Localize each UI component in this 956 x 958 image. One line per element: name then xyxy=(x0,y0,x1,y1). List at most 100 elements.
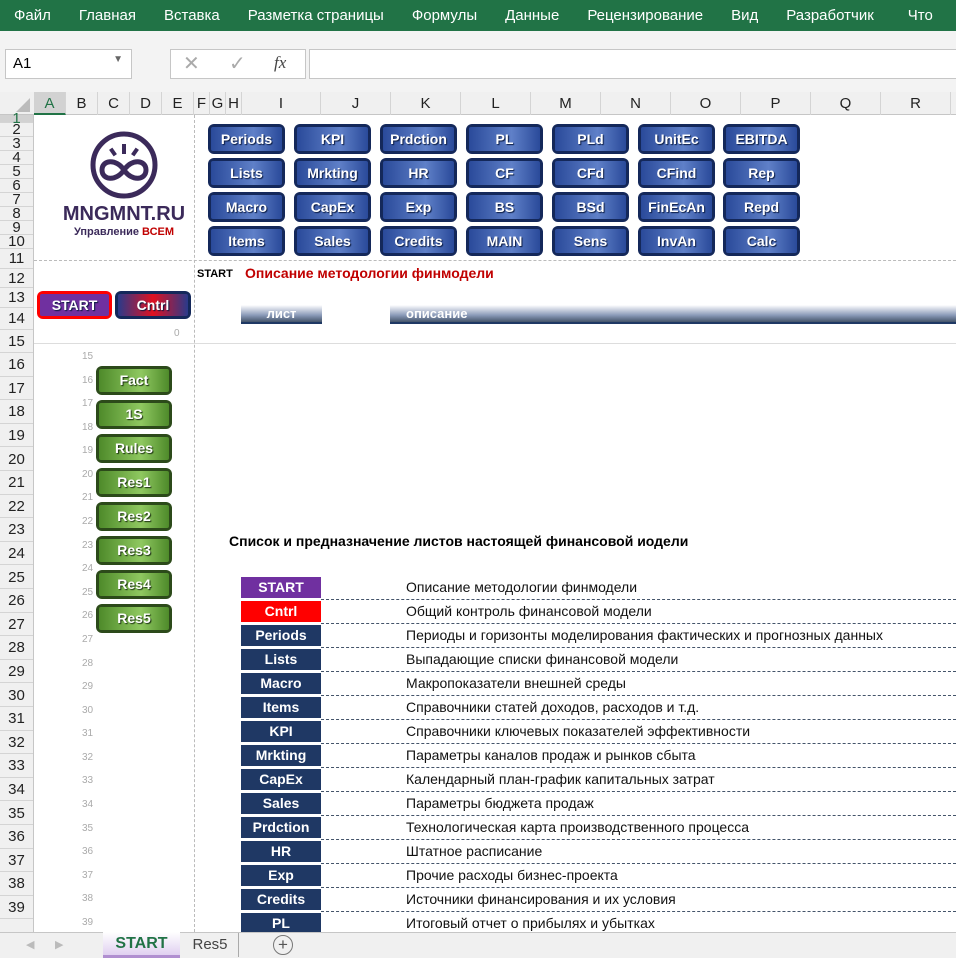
nav-button-cfind[interactable]: CFind xyxy=(638,158,715,188)
nav-button-ebitda[interactable]: EBITDA xyxy=(723,124,800,154)
row-header[interactable]: 35 xyxy=(0,802,33,826)
sheet-link-periods[interactable]: Periods xyxy=(241,625,321,646)
row-header[interactable]: 33 xyxy=(0,754,33,778)
column-header[interactable]: D xyxy=(130,92,162,115)
green-button-res4[interactable]: Res4 xyxy=(96,570,172,599)
tab-start[interactable]: START xyxy=(103,932,180,958)
scroll-left-icon[interactable]: ◀ xyxy=(26,938,34,951)
nav-button-pl[interactable]: PL xyxy=(466,124,543,154)
sheet-link-start[interactable]: START xyxy=(241,577,321,598)
nav-button-calc[interactable]: Calc xyxy=(723,226,800,256)
column-header[interactable]: F xyxy=(194,92,210,115)
row-header[interactable]: 31 xyxy=(0,707,33,731)
green-button-res5[interactable]: Res5 xyxy=(96,604,172,633)
name-box[interactable]: A1 ▼ xyxy=(5,49,132,79)
add-sheet-icon[interactable]: + xyxy=(273,935,293,955)
row-header[interactable]: 23 xyxy=(0,518,33,542)
nav-button-rep[interactable]: Rep xyxy=(723,158,800,188)
column-header[interactable]: E xyxy=(162,92,194,115)
ribbon-tab[interactable]: Вставка xyxy=(150,7,234,24)
row-header[interactable]: 32 xyxy=(0,731,33,755)
nav-button-mrkting[interactable]: Mrkting xyxy=(294,158,371,188)
sheet-link-prdction[interactable]: Prdction xyxy=(241,817,321,838)
sheet-link-sales[interactable]: Sales xyxy=(241,793,321,814)
sheet-link-credits[interactable]: Credits xyxy=(241,889,321,910)
nav-button-hr[interactable]: HR xyxy=(380,158,457,188)
nav-button-cf[interactable]: CF xyxy=(466,158,543,188)
column-header[interactable]: K xyxy=(391,92,461,115)
row-header[interactable]: 37 xyxy=(0,849,33,873)
column-header[interactable]: M xyxy=(531,92,601,115)
cntrl-button[interactable]: Cntrl xyxy=(115,291,191,319)
row-header[interactable]: 29 xyxy=(0,660,33,684)
nav-button-items[interactable]: Items xyxy=(208,226,285,256)
nav-button-unitec[interactable]: UnitEc xyxy=(638,124,715,154)
row-header[interactable]: 12 xyxy=(0,269,33,288)
nav-button-bsd[interactable]: BSd xyxy=(552,192,629,222)
green-button-res2[interactable]: Res2 xyxy=(96,502,172,531)
column-header[interactable]: N xyxy=(601,92,671,115)
sheet-link-capex[interactable]: CapEx xyxy=(241,769,321,790)
sheet-link-cntrl[interactable]: Cntrl xyxy=(241,601,321,622)
nav-button-sens[interactable]: Sens xyxy=(552,226,629,256)
nav-button-macro[interactable]: Macro xyxy=(208,192,285,222)
row-header[interactable]: 30 xyxy=(0,684,33,708)
row-header[interactable]: 38 xyxy=(0,872,33,896)
green-button-1s[interactable]: 1S xyxy=(96,400,172,429)
ribbon-tab[interactable]: Что xyxy=(888,7,947,24)
fx-icon[interactable]: fx xyxy=(274,53,286,73)
ribbon-tab[interactable]: Главная xyxy=(65,7,150,24)
column-header[interactable]: Q xyxy=(811,92,881,115)
column-header[interactable]: R xyxy=(881,92,951,115)
green-button-rules[interactable]: Rules xyxy=(96,434,172,463)
column-header[interactable]: G xyxy=(210,92,226,115)
nav-button-capex[interactable]: CapEx xyxy=(294,192,371,222)
column-header[interactable]: L xyxy=(461,92,531,115)
nav-button-finecan[interactable]: FinEcAn xyxy=(638,192,715,222)
column-header[interactable]: B xyxy=(66,92,98,115)
nav-button-kpi[interactable]: KPI xyxy=(294,124,371,154)
nav-button-main[interactable]: MAIN xyxy=(466,226,543,256)
row-header[interactable]: 27 xyxy=(0,613,33,637)
nav-button-exp[interactable]: Exp xyxy=(380,192,457,222)
sheet-link-pl[interactable]: PL xyxy=(241,913,321,934)
green-button-res3[interactable]: Res3 xyxy=(96,536,172,565)
nav-button-lists[interactable]: Lists xyxy=(208,158,285,188)
sheet-link-mrkting[interactable]: Mrkting xyxy=(241,745,321,766)
nav-button-credits[interactable]: Credits xyxy=(380,226,457,256)
column-header[interactable]: J xyxy=(321,92,391,115)
nav-button-sales[interactable]: Sales xyxy=(294,226,371,256)
x-icon[interactable]: ✕ xyxy=(183,51,200,76)
ribbon-tab[interactable]: Данные xyxy=(491,7,573,24)
column-header[interactable]: P xyxy=(741,92,811,115)
sheet-link-lists[interactable]: Lists xyxy=(241,649,321,670)
column-header[interactable]: H xyxy=(226,92,242,115)
row-header[interactable]: 18 xyxy=(0,400,33,424)
row-header[interactable]: 36 xyxy=(0,825,33,849)
start-button[interactable]: START xyxy=(37,291,112,319)
row-header[interactable]: 21 xyxy=(0,471,33,495)
chevron-down-icon[interactable]: ▼ xyxy=(113,54,123,65)
row-header[interactable]: 39 xyxy=(0,896,33,920)
nav-button-repd[interactable]: Repd xyxy=(723,192,800,222)
green-button-res1[interactable]: Res1 xyxy=(96,468,172,497)
row-header[interactable]: 11 xyxy=(0,249,33,269)
ribbon-tab[interactable]: Разработчик xyxy=(772,7,887,24)
ribbon-tab[interactable]: Рецензирование xyxy=(573,7,717,24)
tab-res5[interactable]: Res5 xyxy=(182,933,239,957)
column-header[interactable]: O xyxy=(671,92,741,115)
sheet-link-exp[interactable]: Exp xyxy=(241,865,321,886)
row-header[interactable]: 22 xyxy=(0,495,33,519)
sheet-link-kpi[interactable]: KPI xyxy=(241,721,321,742)
nav-button-invan[interactable]: InvAn xyxy=(638,226,715,256)
sheet-link-macro[interactable]: Macro xyxy=(241,673,321,694)
scroll-right-icon[interactable]: ▶ xyxy=(55,938,63,951)
row-header[interactable]: 14 xyxy=(0,308,33,330)
row-header[interactable]: 16 xyxy=(0,353,33,377)
green-button-fact[interactable]: Fact xyxy=(96,366,172,395)
worksheet[interactable]: MNGMNT.RU Управление ВСЕМ Periods KPI Prdcti… xyxy=(34,115,956,936)
nav-button-pld[interactable]: PLd xyxy=(552,124,629,154)
ribbon-tab[interactable]: Разметка страницы xyxy=(234,7,398,24)
column-header[interactable]: I xyxy=(242,92,321,115)
row-header[interactable]: 34 xyxy=(0,778,33,802)
